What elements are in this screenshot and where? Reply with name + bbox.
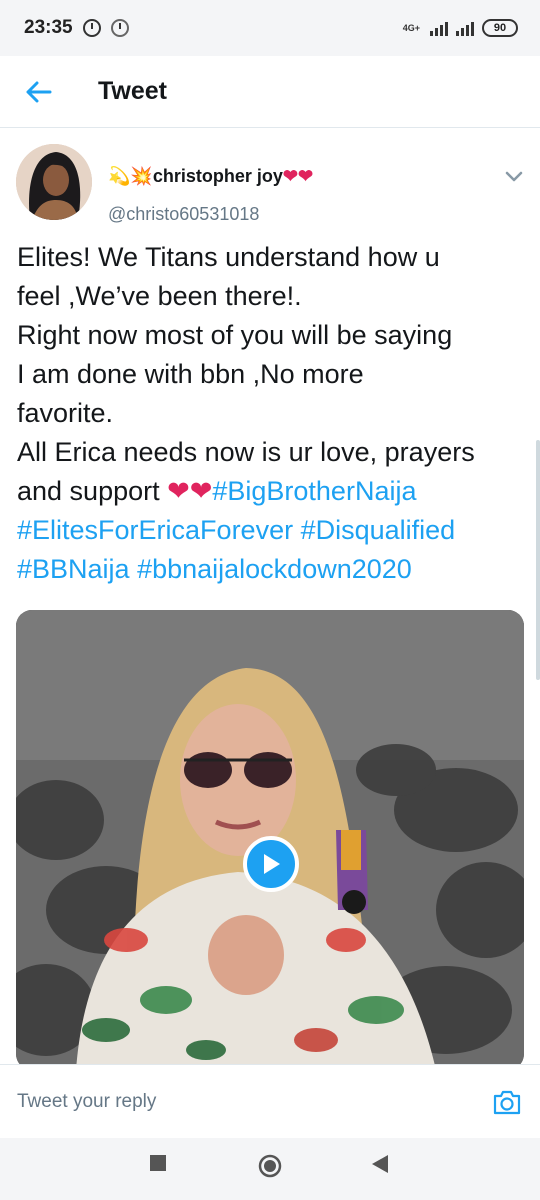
signal-icon-2 (456, 20, 474, 36)
video-media[interactable] (16, 610, 524, 1064)
avatar-image (16, 144, 92, 220)
author-name[interactable]: 💫💥christopher joy❤❤ (108, 166, 313, 187)
alarm-icon (82, 19, 101, 37)
heart-emoji-icon: ❤❤ (282, 166, 314, 186)
system-nav-bar (0, 1138, 540, 1200)
back-arrow-icon (26, 81, 52, 102)
reply-bar: Tweet your reply (0, 1064, 540, 1138)
tweet-line: All Erica needs now is ur love, prayers (17, 437, 475, 467)
hashtag-link[interactable]: #ElitesForEricaForever (17, 515, 293, 545)
tweet-text: Elites! We Titans understand how u feel … (17, 238, 527, 589)
hashtag-link[interactable]: #BBNaija (17, 554, 130, 584)
author-name-text: christopher joy (152, 166, 283, 186)
page-title: Tweet (98, 77, 167, 105)
collision-emoji-icon: 💥 (130, 166, 153, 186)
tweet-line-text: and support (17, 476, 168, 506)
nav-back-icon[interactable] (372, 1155, 388, 1173)
status-bar: 23:35 4G+ 90 (0, 0, 540, 56)
tweet-author: 💫💥christopher joy❤❤ @christo60531018 (16, 144, 524, 224)
play-button[interactable] (243, 836, 299, 892)
tweet-line: #BBNaija #bbnaijalockdown2020 (17, 550, 527, 589)
tweet-line: and support ❤❤#BigBrotherNaija (17, 472, 527, 511)
tweet-line: feel ,We’ve been there!. (17, 281, 302, 311)
signal-icon (430, 20, 448, 36)
tweet-line: I am done with bbn ,No more (17, 359, 364, 389)
scrollbar[interactable] (536, 440, 540, 680)
battery-icon: 90 (482, 19, 518, 37)
top-app-bar: Tweet (0, 56, 540, 128)
tweet-line: Elites! We Titans understand how u (17, 242, 440, 272)
chevron-down-icon[interactable] (504, 170, 524, 184)
status-indicators: 4G+ 90 (403, 19, 518, 37)
network-label: 4G+ (402, 22, 420, 33)
camera-icon[interactable] (492, 1087, 522, 1117)
status-time: 23:35 (24, 17, 73, 38)
hashtag-link[interactable]: #Disqualified (301, 515, 456, 545)
tweet-line: #ElitesForEricaForever #Disqualified (17, 511, 527, 550)
hashtag-link[interactable]: #BigBrotherNaija (212, 476, 416, 506)
back-button[interactable] (0, 56, 78, 128)
nav-home-icon[interactable] (258, 1154, 282, 1178)
author-handle[interactable]: @christo60531018 (108, 204, 259, 225)
tweet-detail: 💫💥christopher joy❤❤ @christo60531018 Eli… (0, 128, 540, 1064)
tweet-line: favorite. (17, 398, 114, 428)
nav-recents-icon[interactable] (150, 1155, 166, 1171)
red-heart-emoji-icon: ❤❤ (167, 476, 213, 506)
sparkle-emoji-icon: 💫 (108, 166, 131, 186)
hashtag-link[interactable]: #bbnaijalockdown2020 (137, 554, 412, 584)
play-icon (264, 854, 280, 874)
tweet-line: Right now most of you will be saying (17, 320, 453, 350)
avatar[interactable] (16, 144, 92, 220)
reply-input[interactable]: Tweet your reply (17, 1091, 156, 1113)
clock-icon (110, 19, 129, 37)
